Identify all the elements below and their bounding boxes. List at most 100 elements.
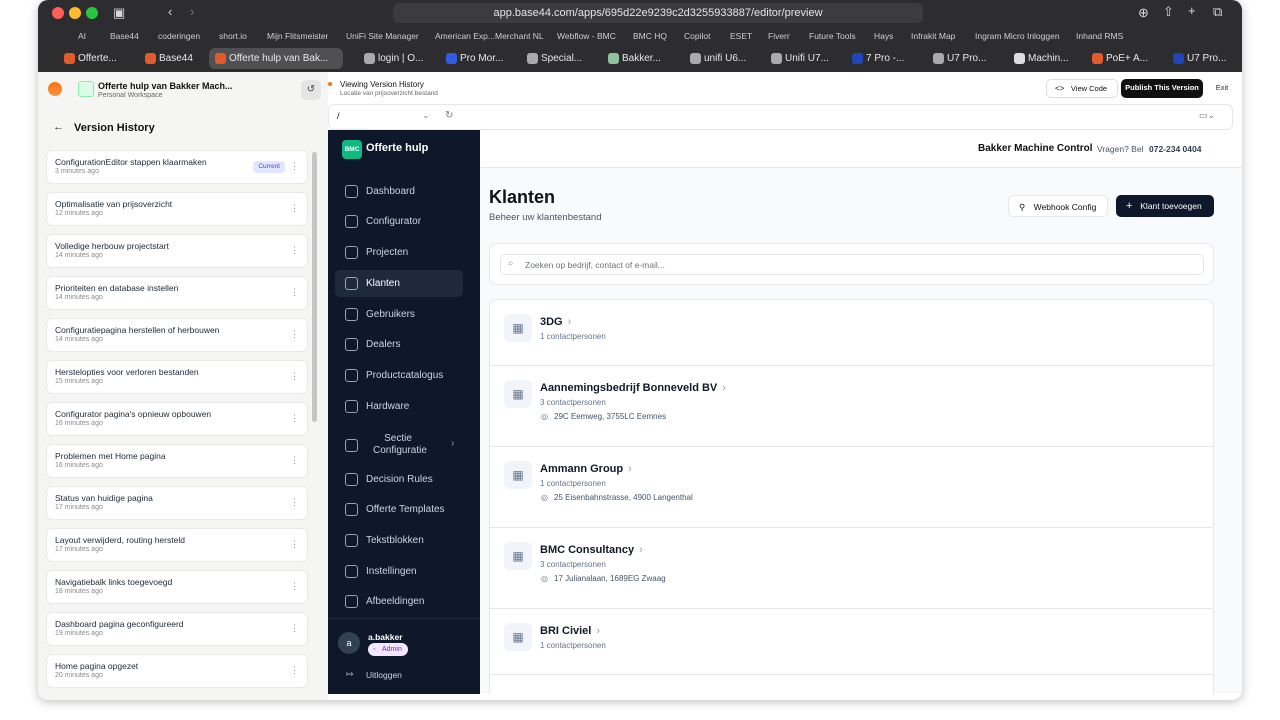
- more-options-icon[interactable]: ⋮: [290, 540, 299, 549]
- nav-item[interactable]: Instellingen: [335, 558, 463, 585]
- client-row[interactable]: ▦ Ammann Group › 1 contactpersonen ◎ 25 Eisen…: [490, 447, 1213, 528]
- browser-tab[interactable]: U7 Pro...: [927, 48, 993, 69]
- bookmark-item[interactable]: Inhand RMS: [1076, 31, 1123, 41]
- bookmark-item[interactable]: Mijn Flitsmeister: [267, 31, 328, 41]
- search-input[interactable]: Zoeken op bedrijf, contact of e-mail...: [525, 260, 665, 270]
- version-item[interactable]: Dashboard pagina geconfigureerd 19 minute…: [46, 612, 308, 646]
- bookmark-item[interactable]: Future Tools: [809, 31, 856, 41]
- version-item[interactable]: Herstelopties voor verloren bestanden 15 …: [46, 360, 308, 394]
- client-row[interactable]: ▦ BMC Consultancy › 3 contactpersonen ◎ 17 Ju…: [490, 528, 1213, 609]
- device-preview-icon[interactable]: ▭⌄: [1199, 110, 1215, 121]
- version-item[interactable]: Prioriteiten en database instellen 14 min…: [46, 276, 308, 310]
- browser-tab[interactable]: unifi U6...: [684, 48, 750, 69]
- add-client-button[interactable]: + Klant toevoegen: [1116, 195, 1214, 217]
- version-item[interactable]: Configuratiepagina herstellen of herbouw…: [46, 318, 308, 352]
- browser-tab-active[interactable]: Offerte hulp van Bak...: [209, 48, 343, 69]
- forward-icon[interactable]: ›: [190, 4, 194, 19]
- nav-item[interactable]: Offerte Templates: [335, 496, 463, 523]
- bookmark-item[interactable]: Webflow - BMC: [557, 31, 616, 41]
- tab-overview-icon[interactable]: ⧉: [1213, 4, 1222, 20]
- scrollbar-thumb[interactable]: [312, 152, 317, 422]
- nav-item[interactable]: Projecten: [335, 239, 463, 266]
- browser-tab[interactable]: Pro Mor...: [440, 48, 506, 69]
- version-item[interactable]: Layout verwijderd, routing hersteld 17 mi…: [46, 528, 308, 562]
- exit-button[interactable]: Exit: [1207, 79, 1237, 98]
- avatar[interactable]: a: [338, 632, 360, 654]
- share-icon[interactable]: ⇧: [1163, 4, 1174, 20]
- bookmark-item[interactable]: Hays: [874, 31, 893, 41]
- more-options-icon[interactable]: ⋮: [290, 624, 299, 633]
- nav-item[interactable]: Hardware: [335, 393, 463, 420]
- address-bar[interactable]: app.base44.com/apps/695d22e9239c2d325593…: [393, 3, 923, 23]
- download-icon[interactable]: ⊕: [1138, 5, 1149, 21]
- nav-item[interactable]: Dealers: [335, 331, 463, 358]
- browser-tab[interactable]: PoE+ A...: [1086, 48, 1152, 69]
- path-select[interactable]: /: [337, 111, 340, 121]
- version-item[interactable]: ConfigurationEditor stappen klaarmaken 3 …: [46, 150, 308, 184]
- browser-tab[interactable]: Unifi U7...: [765, 48, 831, 69]
- version-item[interactable]: Navigatiebalk links toegevoegd 18 minutes…: [46, 570, 308, 604]
- logout-link[interactable]: Uitloggen: [366, 670, 402, 680]
- version-item[interactable]: Home pagina opgezet 20 minutes ago ⋮: [46, 654, 308, 688]
- more-options-icon[interactable]: ⋮: [290, 330, 299, 339]
- sidebar-toggle-icon[interactable]: ▣: [113, 5, 125, 21]
- browser-tab[interactable]: Offerte...: [58, 48, 118, 69]
- version-item[interactable]: Configurator pagina's opnieuw opbouwen 16…: [46, 402, 308, 436]
- chevron-right-icon[interactable]: ›: [451, 438, 454, 450]
- more-options-icon[interactable]: ⋮: [290, 162, 299, 171]
- chevron-down-icon[interactable]: ⌄: [422, 110, 430, 121]
- nav-item[interactable]: Configurator: [335, 208, 463, 235]
- bookmark-item[interactable]: short.io: [219, 31, 247, 41]
- browser-tab[interactable]: Base44: [139, 48, 199, 69]
- client-row[interactable]: ▦ 3DG › 1 contactpersonen: [490, 300, 1213, 366]
- nav-item[interactable]: Sectie Configuratie ›: [335, 428, 454, 462]
- client-row[interactable]: ▦ BRI Civiel › 1 contactpersonen: [490, 609, 1213, 675]
- more-options-icon[interactable]: ⋮: [290, 288, 299, 297]
- minimize-window-button[interactable]: [69, 7, 81, 19]
- logout-icon[interactable]: ↦: [346, 669, 354, 680]
- browser-tab[interactable]: Machin...: [1008, 48, 1074, 69]
- back-arrow-icon[interactable]: ←: [53, 121, 64, 133]
- browser-tab[interactable]: 7 Pro -...: [846, 48, 912, 69]
- version-item[interactable]: Optimalisatie van prijsoverzicht 12 minut…: [46, 192, 308, 226]
- bookmark-item[interactable]: BMC HQ: [633, 31, 667, 41]
- more-options-icon[interactable]: ⋮: [290, 204, 299, 213]
- nav-item[interactable]: Dashboard: [335, 178, 463, 205]
- close-window-button[interactable]: [52, 7, 64, 19]
- nav-item[interactable]: Gebruikers: [335, 301, 463, 328]
- nav-item[interactable]: Afbeeldingen: [335, 588, 463, 615]
- version-item[interactable]: Volledige herbouw projectstart 14 minutes…: [46, 234, 308, 268]
- new-tab-icon[interactable]: +: [1188, 3, 1196, 18]
- maximize-window-button[interactable]: [86, 7, 98, 19]
- bookmark-item[interactable]: American Exp...Merchant NL: [435, 31, 544, 41]
- more-options-icon[interactable]: ⋮: [290, 246, 299, 255]
- more-options-icon[interactable]: ⋮: [290, 582, 299, 591]
- nav-item[interactable]: Decision Rules: [335, 466, 463, 493]
- browser-tab[interactable]: Bakker...: [602, 48, 668, 69]
- app-name[interactable]: Offerte hulp van Bakker Mach...: [98, 81, 233, 91]
- version-item[interactable]: Status van huidige pagina 17 minutes ago ⋮: [46, 486, 308, 520]
- more-options-icon[interactable]: ⋮: [290, 666, 299, 675]
- more-options-icon[interactable]: ⋮: [290, 456, 299, 465]
- back-icon[interactable]: ‹: [168, 4, 172, 19]
- more-options-icon[interactable]: ⋮: [290, 372, 299, 381]
- bookmark-item[interactable]: UniFi Site Manager: [346, 31, 419, 41]
- client-row[interactable]: ▦ Aannemingsbedrijf Bonneveld BV › 3 contac…: [490, 366, 1213, 447]
- more-options-icon[interactable]: ⋮: [290, 414, 299, 423]
- bookmark-item[interactable]: Ingram Micro Inloggen: [975, 31, 1060, 41]
- browser-tab[interactable]: login | O...: [358, 48, 424, 69]
- nav-item[interactable]: Productcatalogus: [335, 362, 463, 389]
- phone-number[interactable]: 072-234 0404: [1149, 144, 1201, 154]
- refresh-icon[interactable]: ↻: [445, 110, 453, 121]
- history-icon[interactable]: ↺: [301, 80, 321, 100]
- more-options-icon[interactable]: ⋮: [290, 498, 299, 507]
- bookmark-item[interactable]: Base44: [110, 31, 139, 41]
- bookmark-item[interactable]: Infrakit Map: [911, 31, 955, 41]
- browser-tab[interactable]: Special...: [521, 48, 587, 69]
- webhook-config-button[interactable]: ⚲ Webhook Config: [1008, 195, 1108, 217]
- version-item[interactable]: Problemen met Home pagina 16 minutes ago ⋮: [46, 444, 308, 478]
- publish-version-button[interactable]: Publish This Version: [1121, 79, 1203, 98]
- bookmark-item[interactable]: Copilot: [684, 31, 710, 41]
- bookmark-item[interactable]: Fiverr: [768, 31, 790, 41]
- view-code-button[interactable]: <> View Code: [1046, 79, 1118, 98]
